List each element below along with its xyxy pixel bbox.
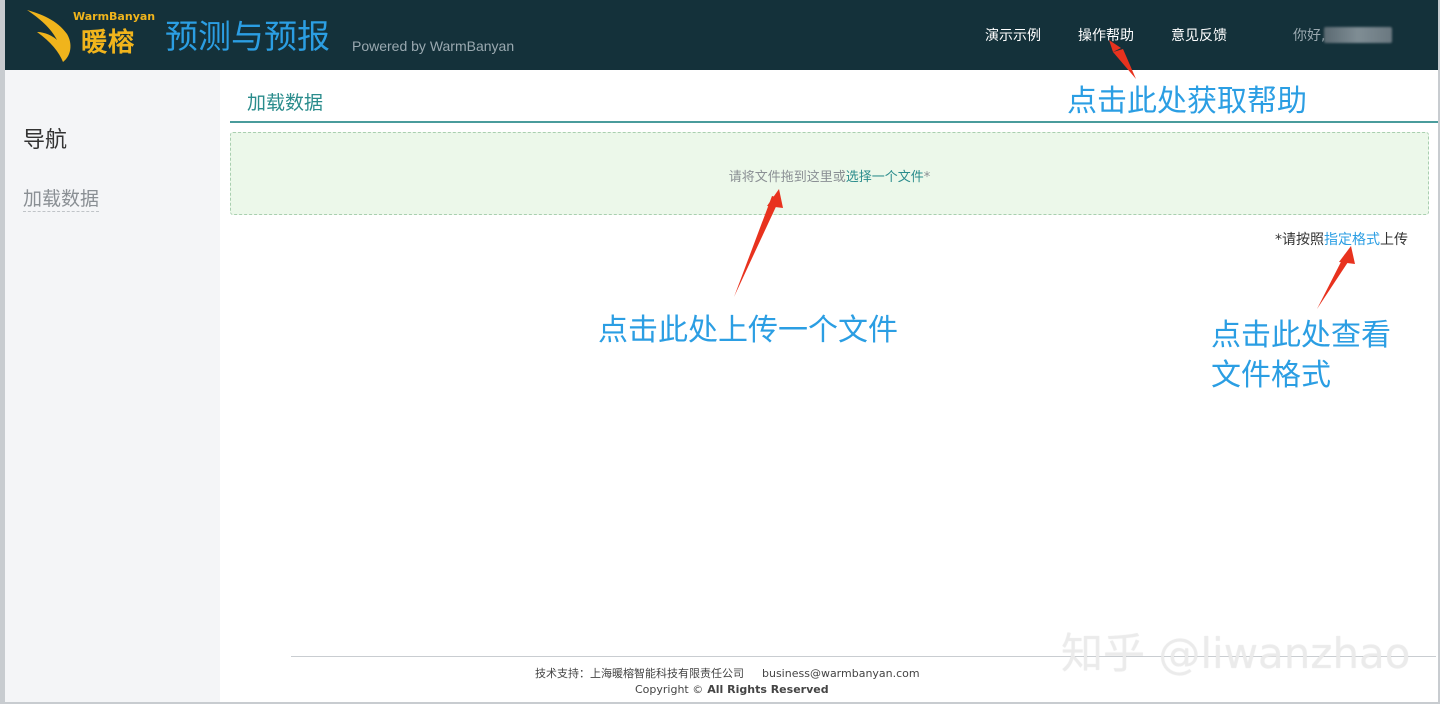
format-note: *请按照指定格式上传 xyxy=(1275,229,1408,249)
footer-email[interactable]: business@warmbanyan.com xyxy=(762,667,920,680)
file-dropzone[interactable]: 请将文件拖到这里或选择一个文件* xyxy=(230,132,1429,215)
app-window: WarmBanyan 暖榕 预测与预报 Powered by WarmBanya… xyxy=(0,0,1440,704)
footer-support: 技术支持：上海暖榕智能科技有限责任公司 business@warmbanyan.c… xyxy=(535,665,920,681)
annotation-format-line1: 点击此处查看 xyxy=(1211,318,1391,353)
logo-text-cn: 暖榕 xyxy=(81,28,136,58)
user-greeting: 你好, xyxy=(1293,28,1326,44)
sidebar-title: 导航 xyxy=(23,128,68,153)
format-note-prefix: *请按照 xyxy=(1275,232,1324,248)
format-note-suffix: 上传 xyxy=(1380,232,1408,248)
choose-file-link[interactable]: 选择一个文件 xyxy=(846,170,924,185)
footer-copyright-text: Copyright © xyxy=(635,683,704,696)
annotation-upload: 点击此处上传一个文件 xyxy=(598,313,898,348)
nav-demo-link[interactable]: 演示示例 xyxy=(985,25,1041,45)
annotation-format-line2: 文件格式 xyxy=(1211,358,1331,393)
section-title: 加载数据 xyxy=(247,92,324,114)
arrow-to-format-icon xyxy=(1317,246,1355,309)
dropzone-prefix: 请将文件拖到这里或 xyxy=(728,170,846,185)
footer-rights-text: All Rights Reserved xyxy=(707,683,829,696)
redacted-username[interactable] xyxy=(1324,27,1392,43)
app-title: 预测与预报 xyxy=(165,17,330,56)
sidebar-item-load-data[interactable]: 加载数据 xyxy=(23,184,100,212)
footer-copyright: Copyright © All Rights Reserved xyxy=(635,683,829,696)
format-spec-link[interactable]: 指定格式 xyxy=(1324,232,1380,248)
annotation-help: 点击此处获取帮助 xyxy=(1067,84,1307,119)
top-header: WarmBanyan 暖榕 预测与预报 Powered by WarmBanya… xyxy=(5,0,1438,70)
nav-feedback-link[interactable]: 意见反馈 xyxy=(1171,25,1227,45)
watermark: 知乎 @liwanzhao xyxy=(1061,629,1411,678)
dropzone-text: 请将文件拖到这里或选择一个文件* xyxy=(231,166,1428,185)
powered-by-text: Powered by WarmBanyan xyxy=(352,38,515,54)
footer-support-text: 技术支持：上海暖榕智能科技有限责任公司 xyxy=(535,667,744,680)
brand-logo[interactable]: WarmBanyan 暖榕 xyxy=(23,6,163,64)
dropzone-suffix: * xyxy=(923,170,931,185)
sidebar: 导航 加载数据 xyxy=(5,70,220,702)
nav-help-link[interactable]: 操作帮助 xyxy=(1078,25,1134,45)
